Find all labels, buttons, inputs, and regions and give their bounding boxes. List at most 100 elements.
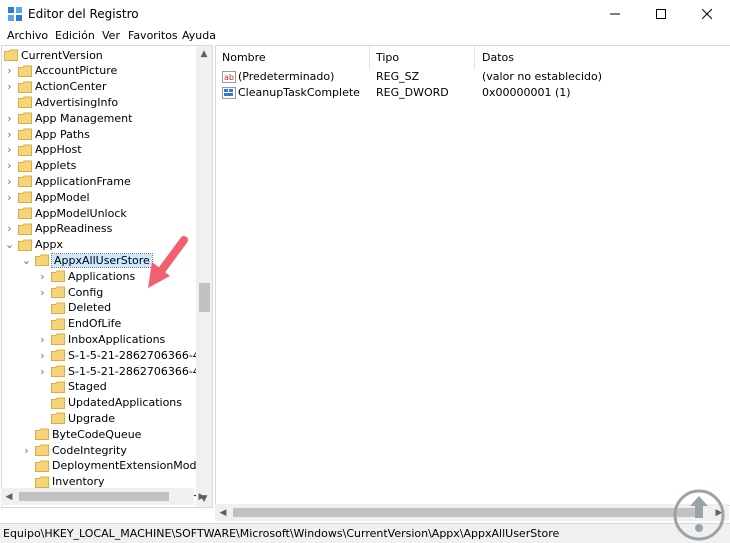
menu-archivo[interactable]: Archivo	[7, 29, 48, 42]
tree-item[interactable]: › Applets	[5, 158, 76, 174]
values-list[interactable]: Nombre Tipo Datos ab (Predeterminado) RE…	[215, 45, 730, 506]
annotation-arrow	[148, 236, 188, 288]
folder-icon	[51, 270, 65, 283]
scroll-left-icon[interactable]: ◀	[1, 488, 17, 505]
tree-item[interactable]: › App Paths	[5, 126, 90, 142]
close-button[interactable]	[684, 0, 730, 28]
chevron-right-icon[interactable]: ›	[38, 284, 47, 300]
menu-bar: Archivo Edición Ver Favoritos Ayuda	[0, 28, 730, 44]
folder-icon	[51, 318, 65, 330]
tree-item-label: AdvertisingInfo	[35, 95, 119, 109]
tree-item[interactable]: UpdatedApplications	[38, 395, 182, 411]
tree-item[interactable]: › Config	[38, 284, 103, 300]
chevron-right-icon[interactable]: ›	[5, 189, 14, 205]
tree-item-label: UpdatedApplications	[68, 396, 183, 410]
scroll-up-icon[interactable]: ▲	[196, 46, 212, 62]
tree-hscroll-thumb[interactable]	[19, 492, 169, 501]
tree-item[interactable]: AppModelUnlock	[5, 205, 127, 221]
tree-item-label: App Paths	[35, 127, 90, 141]
tree-item[interactable]: › AppHost	[5, 142, 81, 158]
tree-item-label: ActionCenter	[35, 80, 107, 94]
column-header-datos[interactable]: Datos	[476, 46, 728, 70]
folder-icon	[18, 65, 32, 77]
tree-item-selected[interactable]: ⌄ AppxAllUserStore	[22, 252, 153, 268]
tree-item[interactable]: ByteCodeQueue	[22, 426, 141, 442]
tree-item[interactable]: › Applications	[38, 268, 135, 284]
tree-horizontal-scrollbar[interactable]: ◀ ▶	[1, 488, 205, 505]
tree-scroll-thumb[interactable]	[199, 283, 210, 312]
folder-icon	[18, 144, 32, 156]
tree-item[interactable]: › ActionCenter	[5, 79, 106, 95]
chevron-right-icon[interactable]: ›	[22, 442, 31, 458]
tree-item-label: AppxAllUserStore	[51, 252, 153, 268]
scroll-left-icon[interactable]: ◀	[215, 504, 231, 521]
tree-item[interactable]: Upgrade	[38, 410, 115, 426]
chevron-right-icon[interactable]: ›	[5, 173, 14, 189]
column-header-tipo[interactable]: Tipo	[370, 46, 475, 70]
tree-item[interactable]: › AppModel	[5, 189, 89, 205]
chevron-right-icon[interactable]: ›	[38, 363, 47, 379]
value-row[interactable]: ab (Predeterminado) REG_SZ (valor no est…	[220, 69, 725, 85]
tree-item[interactable]: AdvertisingInfo	[5, 94, 118, 110]
chevron-right-icon[interactable]: ›	[5, 158, 14, 174]
chevron-right-icon[interactable]: ›	[5, 63, 14, 79]
tree-item[interactable]: › InboxApplications	[38, 331, 165, 347]
minimize-button[interactable]	[592, 0, 638, 28]
chevron-right-icon[interactable]: ›	[5, 110, 14, 126]
tree-item[interactable]: ⌄ Appx	[5, 237, 63, 253]
tree-item-label: ByteCodeQueue	[52, 427, 142, 441]
tree-item[interactable]: › AppReadiness	[5, 221, 112, 237]
tree-item[interactable]: › App Management	[5, 110, 132, 126]
folder-icon	[35, 254, 49, 267]
title-bar[interactable]: Editor del Registro	[0, 0, 730, 28]
status-bar: Equipo\HKEY_LOCAL_MACHINE\SOFTWARE\Micro…	[0, 523, 730, 543]
tree-item-label: S-1-5-21-2862706366-41865	[68, 348, 213, 362]
close-icon	[702, 9, 712, 19]
folder-icon	[51, 349, 65, 362]
chevron-down-icon[interactable]: ⌄	[22, 252, 31, 268]
chevron-right-icon[interactable]: ›	[38, 347, 47, 363]
value-row[interactable]: CleanupTaskComplete REG_DWORD 0x00000001…	[220, 85, 725, 101]
folder-icon	[35, 444, 49, 456]
tree-item[interactable]: › CodeIntegrity	[22, 442, 127, 458]
chevron-right-icon[interactable]: ›	[5, 79, 14, 95]
tree-item-label: S-1-5-21-2862706366-41865	[68, 364, 213, 378]
menu-ver[interactable]: Ver	[102, 29, 120, 42]
chevron-down-icon[interactable]: ⌄	[5, 237, 14, 253]
minimize-icon	[610, 13, 620, 15]
scroll-right-icon[interactable]: ▶	[194, 488, 210, 505]
folder-icon	[51, 286, 65, 298]
list-hscroll-thumb[interactable]	[233, 508, 703, 517]
folder-icon	[51, 381, 65, 393]
chevron-right-icon[interactable]: ›	[38, 331, 47, 347]
tree-item[interactable]: EndOfLife	[38, 316, 121, 332]
menu-favoritos[interactable]: Favoritos	[128, 29, 178, 42]
tree-item-label: Upgrade	[68, 411, 116, 425]
maximize-button[interactable]	[638, 0, 684, 28]
key-path: Equipo\HKEY_LOCAL_MACHINE\SOFTWARE\Micro…	[3, 527, 560, 540]
column-header-nombre[interactable]: Nombre	[216, 46, 370, 70]
tree-item[interactable]: › S-1-5-21-2862706366-41865	[38, 347, 213, 363]
chevron-right-icon[interactable]: ›	[5, 221, 14, 237]
tree-root-currentversion[interactable]: CurrentVersion	[4, 47, 103, 63]
menu-edicion[interactable]: Edición	[55, 29, 95, 42]
tree-vertical-scrollbar[interactable]: ▲ ▼	[196, 46, 212, 507]
tree-item[interactable]: › S-1-5-21-2862706366-41865	[38, 363, 213, 379]
tree-item[interactable]: › ApplicationFrame	[5, 173, 130, 189]
chevron-right-icon[interactable]: ›	[5, 126, 14, 142]
tree-item[interactable]: › AccountPicture	[5, 63, 117, 79]
chevron-right-icon[interactable]: ›	[38, 268, 47, 284]
chevron-right-icon[interactable]: ›	[5, 142, 14, 158]
menu-ayuda[interactable]: Ayuda	[182, 29, 216, 42]
list-horizontal-scrollbar[interactable]: ◀ ▶	[215, 504, 729, 521]
tree-item-label: Staged	[68, 380, 107, 394]
tree-item[interactable]: Staged	[38, 379, 107, 395]
tree-item-label: Config	[68, 285, 104, 299]
folder-icon	[35, 428, 49, 441]
tree-item[interactable]: DeploymentExtensionModules	[22, 458, 212, 474]
tree-item[interactable]: Deleted	[38, 300, 111, 316]
